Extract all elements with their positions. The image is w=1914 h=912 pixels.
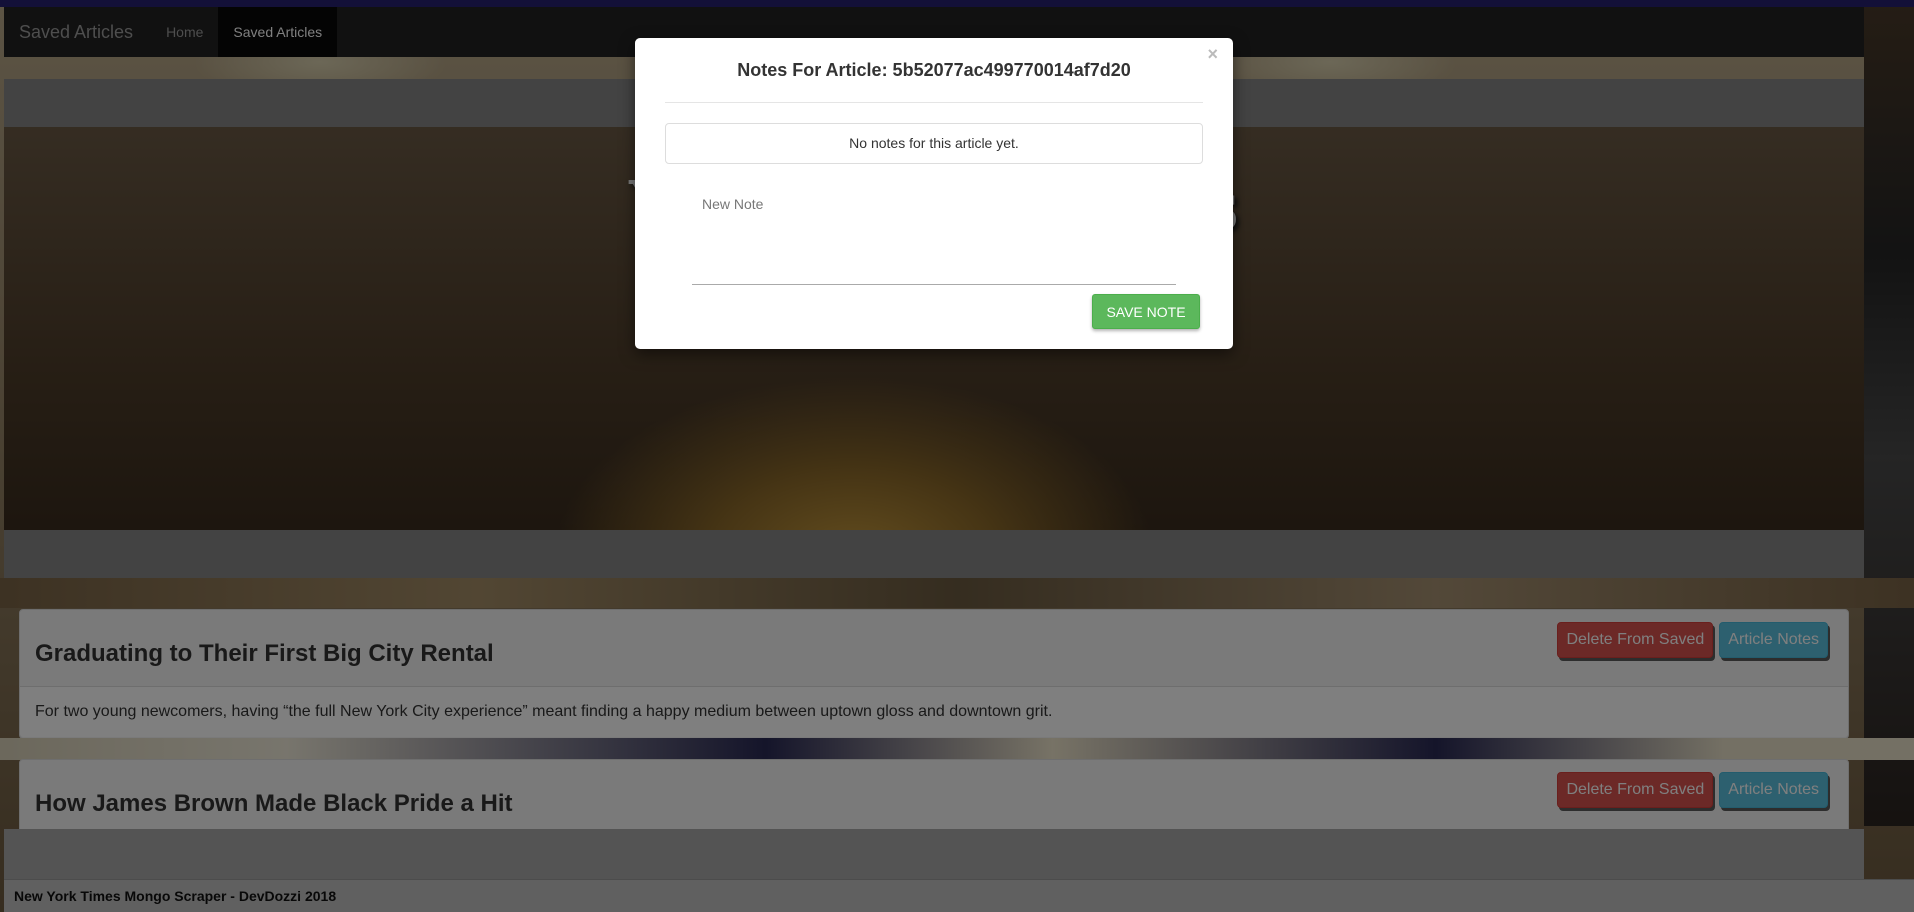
modal-divider: [665, 102, 1203, 103]
notes-modal: × Notes For Article: 5b52077ac499770014a…: [635, 38, 1233, 349]
new-note-input[interactable]: [692, 188, 1176, 285]
modal-title: Notes For Article: 5b52077ac499770014af7…: [737, 60, 1131, 80]
notes-list: No notes for this article yet.: [665, 123, 1203, 164]
save-note-button[interactable]: SAVE NOTE: [1092, 294, 1200, 329]
